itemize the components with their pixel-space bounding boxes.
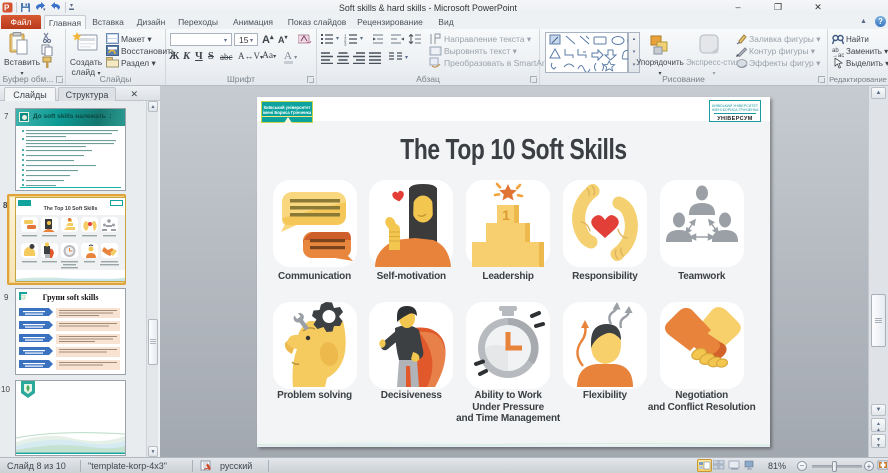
svg-text:P: P — [4, 4, 10, 13]
svg-text:▾: ▾ — [43, 7, 46, 13]
svg-text:▾: ▾ — [336, 36, 339, 42]
svg-text:→ac: →ac — [832, 53, 844, 57]
svg-text:▾: ▾ — [405, 55, 408, 61]
svg-text:1: 1 — [502, 207, 510, 223]
svg-text:▾: ▾ — [360, 36, 363, 42]
svg-text:3: 3 — [344, 42, 347, 47]
